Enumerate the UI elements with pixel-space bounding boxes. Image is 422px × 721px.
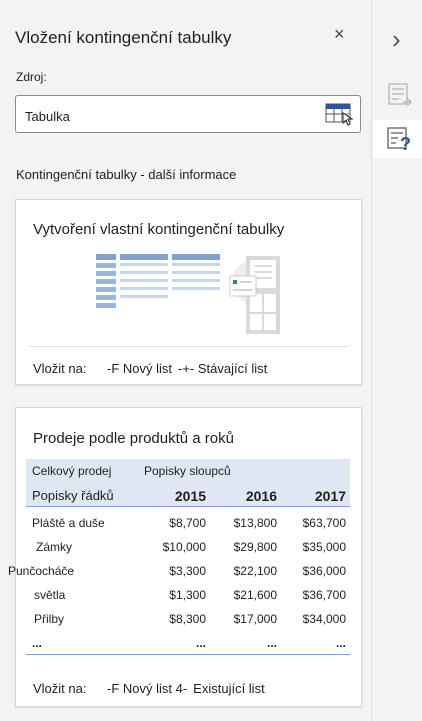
side-rail: › ? [373, 0, 422, 721]
cell-value: ... [335, 636, 346, 650]
row-label: světla [34, 588, 66, 602]
pane-title: Vložení kontingenční tabulky [15, 28, 232, 47]
header-rows: Popisky řádků [32, 488, 114, 503]
custom-pivot-title: Vytvoření vlastní kontingenční tabulky [33, 221, 285, 238]
sales-pivot-card[interactable]: Prodeje podle produktů a roků Celkový pr… [8, 407, 362, 707]
sales-pivot-title: Prodeje podle produktů a roků [33, 430, 234, 447]
cell-value: $17,000 [233, 612, 277, 626]
insert-label: Vložit na: [33, 681, 87, 696]
cell-value: $10,000 [162, 540, 206, 554]
more-info-link[interactable]: Kontingenční tabulky - další informace [16, 167, 236, 182]
cell-value: $8,700 [169, 516, 206, 530]
source-value: Tabulka [25, 109, 70, 124]
source-label: Zdroj: [16, 70, 47, 84]
pivot-help-icon: ? [387, 127, 411, 152]
year-header: 2017 [314, 488, 346, 504]
cell-value: $1,300 [169, 588, 206, 602]
expand-chevron-icon[interactable]: › [392, 26, 401, 52]
insert-existing-sheet-button[interactable]: -+- Stávající list [178, 361, 267, 376]
cell-value: $35,000 [302, 540, 346, 554]
header-total: Celkový prodej [32, 464, 112, 478]
cell-value: $21,600 [233, 588, 277, 602]
row-label: Zámky [36, 540, 72, 554]
cell-value: $63,700 [302, 516, 346, 530]
cell-value: ... [195, 636, 206, 650]
row-label: ... [32, 636, 43, 650]
source-input[interactable]: Tabulka [15, 95, 361, 133]
table-row: světla $1,300 $21,600 $36,700 [26, 583, 350, 607]
pivot-pane: Vložení kontingenční tabulky × Zdroj: Ta… [0, 0, 372, 721]
custom-pivot-card[interactable]: Vytvoření vlastní kontingenční tabulky V… [15, 199, 362, 385]
card-divider [29, 346, 348, 347]
table-row: ... ... ... ... [26, 631, 350, 655]
insert-row-custom: Vložit na: -F Nový list -+- Stávající li… [33, 361, 273, 376]
pivot-preview-table: Celkový prodej Popisky sloupců Popisky ř… [8, 459, 350, 655]
cell-value: $3,300 [169, 564, 206, 578]
range-picker-icon[interactable] [324, 101, 354, 127]
header-columns: Popisky sloupců [144, 464, 231, 478]
table-row: Punčocháče $3,300 $22,100 $36,000 [8, 559, 350, 583]
custom-pivot-illustration [96, 254, 280, 334]
cell-value: $8,300 [169, 612, 206, 626]
cell-value: $22,100 [233, 564, 277, 578]
cell-value: $13,800 [233, 516, 277, 530]
cell-value: $34,000 [302, 612, 346, 626]
table-row: Zámky $10,000 $29,800 $35,000 [26, 535, 350, 559]
svg-text:?: ? [400, 134, 411, 152]
cell-value: $36,700 [302, 588, 346, 602]
year-header: 2015 [174, 488, 206, 504]
row-label: Pláště a duše [32, 516, 105, 530]
year-header: 2016 [245, 488, 277, 504]
cell-value: $36,000 [302, 564, 346, 578]
insert-label: Vložit na: [33, 361, 87, 376]
pivot-fields-icon[interactable] [387, 82, 413, 110]
table-row: Pláště a duše $8,700 $13,800 $63,700 [26, 511, 350, 535]
insert-new-sheet-button[interactable]: -F Nový list 4- [107, 681, 187, 696]
insert-new-sheet-button[interactable]: -F Nový list [107, 361, 172, 376]
row-label: Přilby [34, 612, 65, 626]
close-icon[interactable]: × [334, 24, 345, 45]
insert-existing-sheet-button[interactable]: Existující list [193, 681, 265, 696]
row-label: Punčocháče [8, 564, 75, 578]
insert-row-sales: Vložit na: -F Nový list 4- Existující li… [33, 681, 271, 696]
cell-value: $29,800 [233, 540, 277, 554]
table-row: Přilby $8,300 $17,000 $34,000 [26, 607, 350, 631]
pivot-help-tab[interactable]: ? [373, 120, 422, 158]
table-header-row: Celkový prodej Popisky sloupců [26, 459, 350, 483]
cell-value: ... [266, 636, 277, 650]
table-header-row: Popisky řádků 2015 2016 2017 [26, 483, 350, 507]
